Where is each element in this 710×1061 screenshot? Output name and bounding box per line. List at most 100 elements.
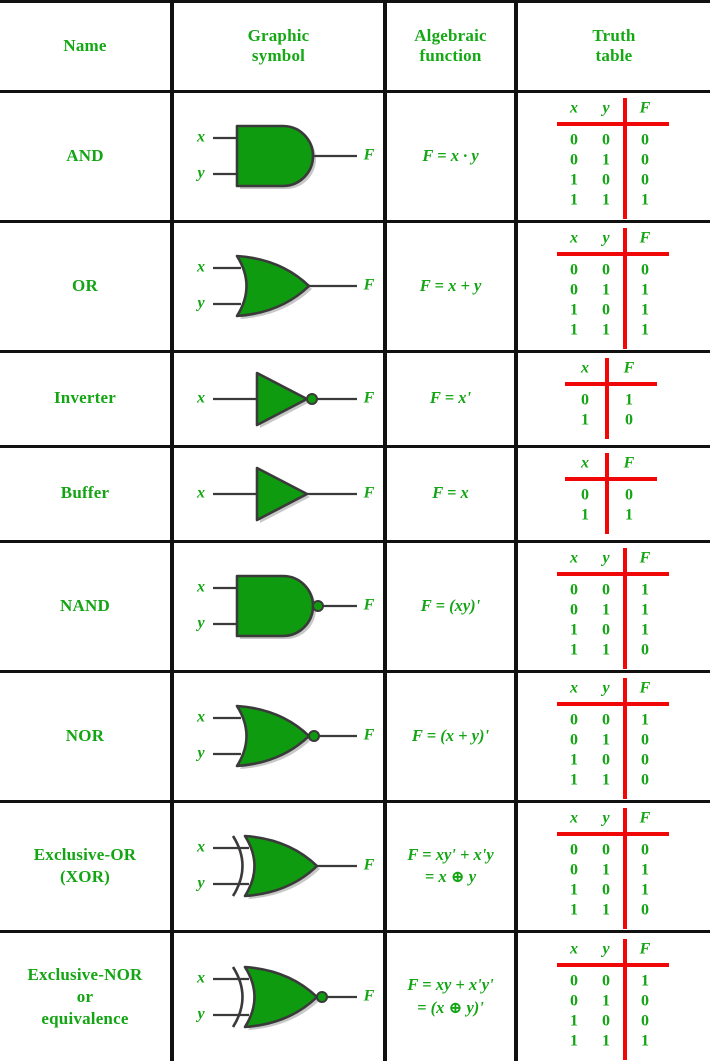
svg-text:0: 0 [570,992,578,1009]
svg-text:F: F [639,810,651,827]
algebraic-function-label: F = (x + y)' [387,725,514,747]
svg-text:F: F [639,550,651,567]
gate-symbol-cell-and: x y F [170,89,387,223]
svg-text:1: 1 [641,862,649,879]
gate-name-cell-nor: NOR [0,669,174,803]
svg-text:0: 0 [641,132,649,149]
algebraic-line: = x ⊕ y [424,867,477,886]
buffer-gate-symbol: xF [196,466,374,523]
table-body: Name Graphic symbol Algebraic function Truth t… [0,3,710,1061]
xor-gate-symbol: x y F [195,834,374,899]
svg-text:0: 0 [570,732,578,749]
truth-table-cell-xnor: x y F 0 0 1 0 1 0 1 0 0 1 1 1 [514,929,710,1061]
truth-table-cell-inverter: x F 0 1 1 0 [514,349,710,448]
algebraic-function-label: F = xy' + x'y = x ⊕ y [387,844,514,889]
svg-text:y: y [600,100,610,117]
algebraic-line: F = xy' + x'y [407,844,494,864]
column-header-label: Truth table [518,26,710,67]
svg-text:y: y [600,550,610,567]
column-header-label: Algebraic function [387,26,514,67]
svg-text:F: F [362,857,374,874]
svg-text:0: 0 [602,172,610,189]
truth-table: x y F 0 0 1 0 1 0 1 0 0 1 1 0 [557,678,669,799]
svg-text:1: 1 [581,411,589,428]
svg-text:x: x [580,359,589,376]
svg-text:0: 0 [641,262,649,279]
symbol-wrapper: x y F [174,820,383,912]
gate-name-cell-buffer: Buffer [0,444,174,543]
svg-text:y: y [600,940,610,957]
svg-text:F: F [639,100,651,117]
svg-text:0: 0 [602,302,610,319]
truth-table: x y F 0 0 0 0 1 0 1 0 0 1 1 1 [557,98,669,219]
svg-text:0: 0 [570,602,578,619]
svg-text:F: F [362,484,374,501]
svg-text:0: 0 [641,152,649,169]
gate-symbol-cell-inverter: xF [170,349,387,448]
algebraic-line: = (x ⊕ y)' [417,997,484,1017]
symbol-wrapper: x y F [174,560,383,652]
algebraic-function-cell-inverter: F = x' [383,349,518,448]
table-row: NAND x y F F = (xy)' x y F 0 0 1 0 1 1 1 0 1 1 1 0 [0,539,710,673]
svg-text:1: 1 [602,902,610,919]
svg-text:0: 0 [570,842,578,859]
algebraic-function-cell-and: F = x · y [383,89,518,223]
svg-text:F: F [639,940,651,957]
algebraic-line: F = x [432,483,469,503]
svg-text:y: y [195,1005,205,1022]
svg-text:x: x [196,839,205,856]
svg-text:0: 0 [602,712,610,729]
svg-text:1: 1 [570,622,578,639]
column-header-label: Graphic symbol [174,26,383,67]
header-line-2: table [595,46,633,66]
truth-table-cell-or: x y F 0 0 0 0 1 1 1 0 1 1 1 1 [514,219,710,353]
svg-text:1: 1 [570,302,578,319]
svg-text:y: y [195,615,205,632]
svg-text:x: x [196,259,205,276]
algebraic-function-label: F = x' [387,387,514,409]
svg-text:0: 0 [570,862,578,879]
gate-name-cell-or: OR [0,219,174,353]
truth-table: x y F 0 0 0 0 1 1 1 0 1 1 1 0 [557,808,669,929]
svg-text:1: 1 [625,506,633,523]
svg-text:0: 0 [641,902,649,919]
svg-text:y: y [195,745,205,762]
svg-text:0: 0 [570,282,578,299]
truth-table: x y F 0 0 1 0 1 0 1 0 0 1 1 1 [557,938,669,1060]
svg-text:F: F [362,727,374,744]
svg-text:0: 0 [625,411,633,428]
truth-table-cell-and: x y F 0 0 0 0 1 0 1 0 0 1 1 1 [514,89,710,223]
svg-text:0: 0 [602,622,610,639]
svg-text:x: x [569,100,578,117]
svg-text:F: F [362,597,374,614]
algebraic-function-label: F = xy + x'y' = (x ⊕ y)' [387,974,514,1019]
svg-text:1: 1 [570,322,578,339]
svg-text:1: 1 [581,506,589,523]
xnor-gate-symbol: x y F [195,965,374,1030]
svg-text:1: 1 [602,1032,610,1049]
svg-text:1: 1 [570,192,578,209]
algebraic-function-label: F = x · y [387,145,514,167]
svg-text:y: y [600,680,610,697]
svg-text:F: F [639,230,651,247]
svg-text:y: y [195,295,205,312]
svg-text:x: x [580,454,589,471]
truth-table-cell-nor: x y F 0 0 1 0 1 0 1 0 0 1 1 0 [514,669,710,803]
svg-text:0: 0 [570,262,578,279]
svg-text:1: 1 [570,642,578,659]
truth-table: x y F 0 0 1 0 1 1 1 0 1 1 1 0 [557,548,669,669]
svg-text:1: 1 [570,172,578,189]
svg-text:x: x [569,810,578,827]
svg-text:1: 1 [602,732,610,749]
svg-text:1: 1 [570,1032,578,1049]
svg-text:1: 1 [641,1032,649,1049]
gate-name-line: NAND [60,595,110,615]
gate-name-line: Exclusive-OR [33,844,137,864]
gate-name-line: Buffer [60,483,110,503]
symbol-wrapper: xF [174,353,383,445]
gate-name-line: or [76,986,94,1006]
gate-name-line: AND [66,145,104,165]
svg-text:1: 1 [625,391,633,408]
svg-text:1: 1 [602,152,610,169]
svg-text:0: 0 [641,732,649,749]
